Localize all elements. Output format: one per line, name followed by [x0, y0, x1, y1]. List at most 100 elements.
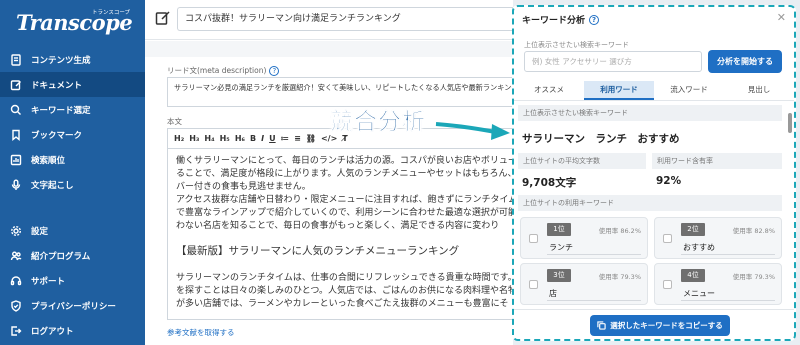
editor-topbar: コスパ抜群！サラリーマン向け満足ランチランキング: [145, 0, 513, 40]
keyword-card[interactable]: 2位 使用率 82.8% おすすめ: [654, 217, 782, 259]
sidebar-item-settings[interactable]: 設定: [0, 218, 145, 243]
sidebar-item-keyword-selection[interactable]: キーワード選定: [0, 97, 145, 122]
chart-icon: [10, 154, 22, 166]
tab-recommended[interactable]: オススメ: [514, 81, 584, 100]
tab-used-words[interactable]: 利用ワード: [584, 81, 654, 100]
keyword-checkbox[interactable]: [529, 280, 538, 289]
sidebar-item-privacy-policy[interactable]: プライバシーポリシー: [0, 293, 145, 318]
panel-scrollbar[interactable]: [788, 113, 792, 133]
rank-badge: 1位: [547, 223, 571, 236]
fetch-references-link[interactable]: 参考文献を取得する: [167, 327, 235, 338]
usage-rate: 使用率 86.2%: [598, 227, 641, 235]
keyword-checkbox[interactable]: [663, 234, 672, 243]
sidebar-item-label: プライバシーポリシー: [31, 301, 116, 312]
paragraph-line: バー付きの食事も見逃せません。: [176, 182, 311, 192]
sidebar-item-content-generation[interactable]: コンテンツ生成: [0, 47, 145, 72]
shield-icon: [10, 299, 22, 312]
people-icon: [10, 250, 22, 262]
copy-button-label: 選択したキーワードをコピーする: [610, 321, 723, 330]
ordered-list-button[interactable]: ≡: [294, 134, 301, 143]
sidebar-item-label: ログアウト: [31, 326, 74, 337]
sidebar-item-label: コンテンツ生成: [31, 55, 91, 66]
panel-header: キーワード分析 ?: [522, 13, 600, 26]
sidebar: Transcope トランスコープ コンテンツ生成 ドキュメント キーワード選定…: [0, 0, 145, 345]
heading6-button[interactable]: H₆: [235, 134, 245, 143]
annotation-arrow-icon: [435, 122, 510, 140]
usage-rate: 使用率 79.3%: [732, 273, 775, 281]
copy-icon: [597, 321, 606, 330]
sidebar-item-support[interactable]: サポート: [0, 268, 145, 293]
sidebar-item-label: サポート: [31, 276, 66, 287]
sidebar-item-label: キーワード選定: [31, 105, 91, 116]
link-button[interactable]: ⛓: [306, 134, 316, 143]
search-icon: [10, 104, 22, 116]
annotation-label: 競合分析: [330, 109, 426, 136]
bullet-list-button[interactable]: ≔: [281, 134, 290, 143]
heading2-button[interactable]: H₂: [174, 134, 184, 143]
paragraph-line: を探すことは日々の楽しみのひとつ。人気店では、ごはんのお供になる肉料理や名物: [176, 286, 513, 296]
paragraph-line: アクセス抜群な店舗や日替わり・限定メニューに注目すれば、飽きずにランチタイム: [176, 195, 513, 205]
tab-inflow-words[interactable]: 流入ワード: [654, 81, 724, 100]
panel-title: キーワード分析: [522, 16, 586, 26]
usage-rate: 使用率 79.3%: [598, 273, 641, 281]
sidebar-item-label: 紹介プログラム: [31, 251, 91, 262]
meta-description-label: リード文(meta description) ?: [167, 65, 280, 76]
edit-icon: [155, 10, 171, 26]
panel-tabs: オススメ 利用ワード 流入ワード 見出し: [514, 81, 794, 101]
keyword-card[interactable]: 4位 使用率 79.3% メニュー: [654, 263, 782, 305]
underline-button[interactable]: U: [269, 134, 276, 143]
heading4-button[interactable]: H₄: [204, 134, 214, 143]
logo-subtitle: トランスコープ: [92, 10, 131, 16]
sidebar-nav-bottom: 設定 紹介プログラム サポート プライバシーポリシー ログアウト: [0, 218, 145, 343]
title-input[interactable]: コスパ抜群！サラリーマン向け満足ランチランキング: [177, 7, 513, 31]
help-icon[interactable]: ?: [269, 65, 280, 76]
sidebar-item-logout[interactable]: ログアウト: [0, 318, 145, 343]
keyword-input[interactable]: 例) 女性 アクセサリー 選び方: [524, 51, 702, 72]
avg-chars-value: 9,708文字: [522, 177, 577, 189]
body-editor[interactable]: 働くサラリーマンにとって、毎日のランチは活力の源。コスパが良いお店やボリュー る…: [167, 148, 513, 320]
paragraph-line: ることで、満足度が格段に上がります。人気のランチメニューやセットはもちろん、: [176, 169, 513, 179]
tab-headings[interactable]: 見出し: [724, 81, 794, 100]
keyword-text: 店: [549, 289, 557, 298]
italic-button[interactable]: I: [261, 134, 264, 143]
divider: [681, 300, 775, 301]
divider: [681, 254, 775, 255]
close-icon[interactable]: ✕: [777, 11, 786, 24]
microphone-icon: [10, 179, 22, 191]
heading3-button[interactable]: H₃: [189, 134, 199, 143]
support-icon: [10, 275, 22, 287]
rank-badge: 2位: [681, 223, 705, 236]
bold-button[interactable]: B: [250, 134, 256, 143]
sidebar-item-bookmark[interactable]: ブックマーク: [0, 122, 145, 147]
keyword-text: おすすめ: [683, 243, 715, 252]
search-keyword-label: 上位表示させたい検索キーワード: [524, 41, 629, 49]
sidebar-item-search-ranking[interactable]: 検索順位: [0, 147, 145, 172]
keyword-checkbox[interactable]: [663, 280, 672, 289]
paragraph-line: わない名店を知ることで、毎日の食事がもっと楽しく、満足できる内容に変わり: [176, 221, 500, 231]
logout-icon: [10, 325, 22, 337]
start-analysis-button[interactable]: 分析を開始する: [708, 50, 782, 73]
sidebar-item-documents[interactable]: ドキュメント: [0, 72, 145, 97]
gear-icon: [10, 225, 22, 237]
usage-rate-value: 92%: [656, 175, 682, 187]
keyword-card[interactable]: 1位 使用率 86.2% ランチ: [520, 217, 648, 259]
keyword-text: メニュー: [683, 289, 715, 298]
bookmark-icon: [10, 129, 22, 141]
copy-keywords-button[interactable]: 選択したキーワードをコピーする: [590, 315, 730, 336]
meta-label-text: リード文(meta description): [167, 66, 267, 75]
rank-badge: 3位: [547, 269, 571, 282]
sidebar-item-referral[interactable]: 紹介プログラム: [0, 243, 145, 268]
keyword-card[interactable]: 3位 使用率 79.3% 店: [520, 263, 648, 305]
sidebar-item-label: 文字起こし: [31, 180, 74, 191]
paragraph-line: で豊富なラインアップで紹介していくので、利用シーンに合わせた最適な選択が可能: [176, 208, 513, 218]
sidebar-nav-top: コンテンツ生成 ドキュメント キーワード選定 ブックマーク 検索順位 文字起こし: [0, 47, 145, 197]
sidebar-item-transcription[interactable]: 文字起こし: [0, 172, 145, 197]
top-words-label: 上位サイトの利用キーワード: [518, 195, 782, 211]
heading5-button[interactable]: H₅: [220, 134, 230, 143]
help-icon[interactable]: ?: [589, 14, 600, 25]
keyword-checkbox[interactable]: [529, 234, 538, 243]
paragraph-line: が多い店舗では、ラーメンやカレーといった食べごたえ抜群のメニューも豊富にそ: [176, 299, 509, 309]
paragraph-line: サラリーマンのランチタイムは、仕事の合間にリフレッシュできる貴重な時間です。: [176, 273, 513, 283]
app-logo[interactable]: Transcope トランスコープ: [14, 6, 134, 38]
divider: [547, 254, 641, 255]
